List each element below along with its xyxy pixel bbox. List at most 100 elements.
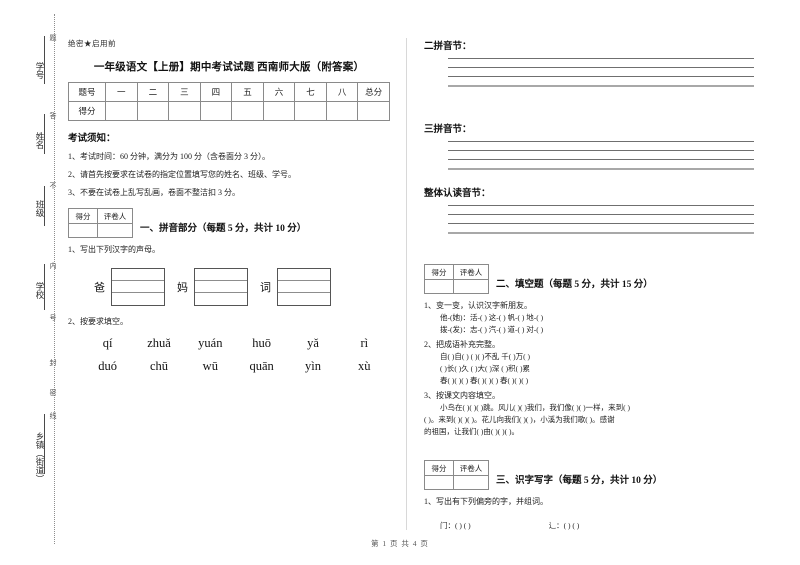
- answer-lines-zhengti[interactable]: [448, 205, 754, 234]
- write-line[interactable]: [448, 150, 754, 151]
- column-divider: [406, 38, 407, 530]
- grader-input-cell[interactable]: [97, 223, 133, 238]
- section3-radical-chuo: 辶：( ) ( ): [548, 521, 580, 530]
- grader-label: 评卷人: [97, 208, 133, 224]
- grader-box-section2: 得分 评卷人: [424, 264, 489, 294]
- notice-item: 2、请首先按要求在试卷的指定位置填写您的姓名、班级、学号。: [68, 170, 296, 179]
- pinyin-item: yìn: [304, 359, 321, 373]
- write-line[interactable]: [448, 232, 754, 234]
- answer-group-label-zhengti: 整体认读音节：: [424, 189, 491, 199]
- notice-item: 1、考试时间：60 分钟，满分为 100 分（含卷面分 3 分）。: [68, 152, 270, 161]
- seal-sub-bu: 不: [49, 182, 57, 189]
- seal-dotted-line: [54, 14, 55, 544]
- score-cell[interactable]: [136, 101, 170, 121]
- pinyin-item: wū: [202, 359, 218, 373]
- seal-label-banji: 班级: [35, 200, 45, 217]
- section1-q1: 1、写出下列汉字的声母。: [68, 245, 160, 254]
- score-col-2: 二: [136, 82, 170, 102]
- section1-q2: 2、按要求填空。: [68, 317, 128, 326]
- seal-sub-feng: 封: [49, 359, 57, 366]
- score-col-7: 七: [294, 82, 327, 102]
- pinyin-row-1: qí zhuǎ yuán huō yǎ rì: [82, 336, 390, 351]
- notice-title: 考试须知：: [68, 134, 116, 144]
- pinyin-item: quān: [249, 359, 274, 373]
- left-column: 绝密★启用前 一年级语文【上册】期中考试试题 西南师大版（附答案） 题号 一 二…: [68, 38, 390, 374]
- score-table: 题号 一 二 三 四 五 六 七 八 总分 得分: [68, 82, 390, 121]
- section2-header: 得分 评卷人 二、填空题（每题 5 分，共计 15 分）: [424, 264, 754, 294]
- section3-q1: 1、写出有下列偏旁的字，并组词。: [424, 497, 548, 506]
- write-line[interactable]: [448, 223, 754, 224]
- write-line[interactable]: [448, 205, 754, 206]
- score-label: 得分: [68, 208, 98, 224]
- pinyin-item: qí: [102, 336, 113, 350]
- score-cell[interactable]: [231, 101, 264, 121]
- write-line[interactable]: [448, 141, 754, 142]
- seal-sub-nei: 内: [49, 262, 57, 269]
- write-line[interactable]: [448, 67, 754, 68]
- section3-header: 得分 评卷人 三、识字写字（每题 5 分，共计 10 分）: [424, 460, 754, 490]
- seal-sub-da: 答: [49, 112, 57, 119]
- section2-q1-line: 拨-(发)：志-( ) 汽-( ) 道-( ) 对-( ): [440, 325, 544, 334]
- answer-group-label-3pin: 三拼音节：: [424, 125, 472, 135]
- pinyin-item: duó: [98, 359, 118, 373]
- score-col-4: 四: [199, 82, 233, 102]
- score-input-cell[interactable]: [424, 279, 454, 294]
- seal-label-xuexiao: 学校: [35, 282, 45, 299]
- write-line[interactable]: [448, 159, 754, 160]
- score-cell[interactable]: [199, 101, 233, 121]
- grader-input-cell[interactable]: [453, 475, 489, 490]
- write-line[interactable]: [448, 85, 754, 87]
- grader-input-cell[interactable]: [453, 279, 489, 294]
- pinyin-item: xù: [358, 359, 371, 373]
- score-input-cell[interactable]: [424, 475, 454, 490]
- score-cell[interactable]: [168, 101, 201, 121]
- write-line[interactable]: [448, 58, 754, 59]
- score-label: 得分: [424, 460, 454, 476]
- section2-q3-line: 小鸟在( )( )( )跳。风儿( )( )我们，我们像( )( )一样，来到(…: [440, 403, 630, 412]
- score-table-row-label: 得分: [68, 101, 106, 121]
- grader-label: 评卷人: [453, 460, 489, 476]
- score-col-5: 五: [231, 82, 264, 102]
- score-cell[interactable]: [294, 101, 327, 121]
- notice-item: 3、不要在试卷上乱写乱画，卷面不整洁扣 3 分。: [68, 188, 240, 197]
- seal-label-xiangzhen: 乡镇（街道）: [35, 432, 45, 483]
- score-cell[interactable]: [262, 101, 296, 121]
- section1-heading: 一、拼音部分（每题 5 分，共计 10 分）: [140, 224, 307, 234]
- score-cell[interactable]: [325, 101, 359, 121]
- answer-lines-3pin[interactable]: [448, 141, 754, 170]
- seal-sub-xian: 线: [49, 412, 57, 419]
- score-input-cell[interactable]: [68, 223, 98, 238]
- pinyin-item: yǎ: [307, 336, 319, 350]
- score-cell[interactable]: [105, 101, 138, 121]
- score-col-8: 八: [325, 82, 359, 102]
- section2-q3-line: 的祖国，让我们( )由( )( )( )。: [424, 427, 519, 436]
- table-row-header: 题号 一 二 三 四 五 六 七 八 总分: [68, 82, 390, 102]
- tianzige-box[interactable]: [194, 268, 248, 306]
- write-line[interactable]: [448, 168, 754, 170]
- exam-page: 学号 题 姓名 答 班级 不 学校 内 乡镇（街道） 线 号 封 密 绝密★启用…: [0, 0, 800, 565]
- write-line[interactable]: [448, 76, 754, 77]
- section2-q1-line: 他-(她)：活-( ) 这-( ) 帆-( ) 地-( ): [440, 313, 544, 322]
- seal-sub-mi: 密: [49, 389, 57, 396]
- tianzige-box[interactable]: [277, 268, 331, 306]
- score-label: 得分: [424, 264, 454, 280]
- tianzige-row: 爸 妈 词: [94, 268, 390, 306]
- pinyin-item: yuán: [198, 336, 223, 350]
- score-cell[interactable]: [357, 101, 390, 121]
- seal-label-xuehao: 学号: [35, 62, 45, 79]
- pinyin-row-2: duó chū wū quān yìn xù: [82, 359, 390, 374]
- pinyin-item: zhuǎ: [147, 336, 171, 350]
- seal-sub-hao: 号: [49, 314, 57, 321]
- answer-lines-2pin[interactable]: [448, 58, 754, 87]
- answer-group-label-2pin: 二拼音节：: [424, 42, 472, 52]
- tianzige-box[interactable]: [111, 268, 165, 306]
- page-title: 一年级语文【上册】期中考试试题 西南师大版（附答案）: [93, 62, 365, 73]
- pinyin-item: chū: [149, 359, 169, 373]
- tianzige-char-ma: 妈: [177, 282, 188, 294]
- score-col-1: 一: [105, 82, 138, 102]
- section2-q1: 1、变一变，认识汉字新朋友。: [424, 301, 532, 310]
- write-line[interactable]: [448, 214, 754, 215]
